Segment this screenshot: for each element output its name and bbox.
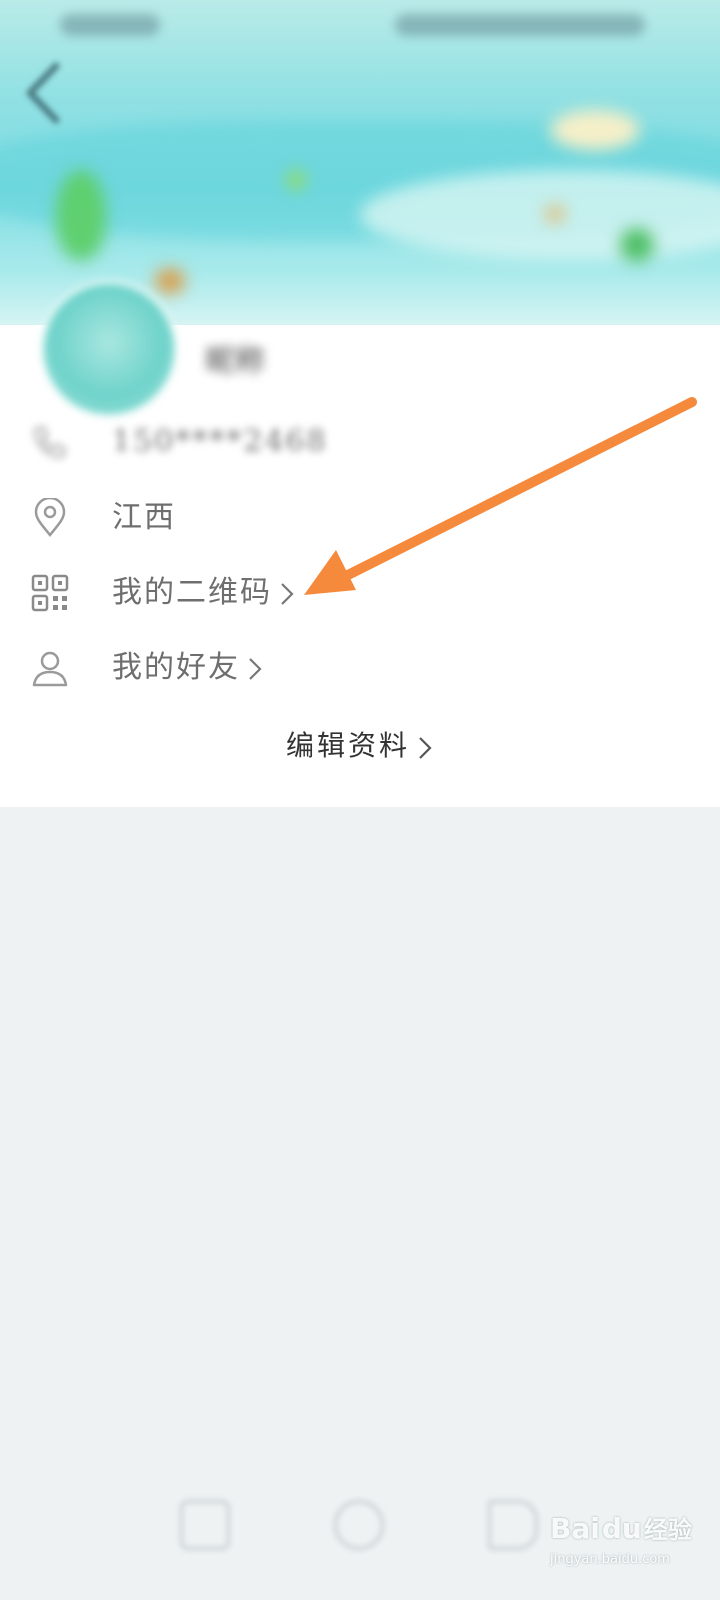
qr-code-icon (31, 574, 69, 612)
baidu-jingyan-watermark: Baidu经验 jingyan.baidu.com (550, 1510, 700, 1590)
nickname: 昵称 (205, 344, 265, 379)
back-arrow-icon (26, 62, 60, 124)
watermark-suffix: 经验 (643, 1516, 692, 1544)
location-pin-icon (34, 498, 66, 538)
qr-code-label: 我的二维码 (112, 575, 272, 610)
nav-button-3[interactable] (488, 1500, 538, 1550)
friends-row[interactable]: 我的好友 (0, 638, 720, 698)
edit-profile-button[interactable]: 编辑资料 (0, 726, 720, 766)
back-button[interactable] (18, 58, 78, 128)
watermark-paw: du (601, 1512, 642, 1545)
phone-icon (33, 426, 66, 459)
annotation-arrow (304, 397, 697, 595)
avatar[interactable] (40, 280, 178, 418)
nav-button-1[interactable] (180, 1500, 230, 1550)
chevron-right-icon (249, 658, 262, 680)
person-icon (32, 651, 68, 687)
edit-profile-label: 编辑资料 (285, 729, 410, 762)
watermark-url: jingyan.baidu.com (550, 1552, 670, 1567)
location-text: 江西 (112, 500, 176, 535)
status-bar (0, 0, 720, 50)
friends-label: 我的好友 (112, 650, 240, 685)
watermark-brand: Bai (550, 1512, 600, 1545)
chevron-right-icon (419, 736, 432, 759)
nav-button-2[interactable] (334, 1500, 384, 1550)
